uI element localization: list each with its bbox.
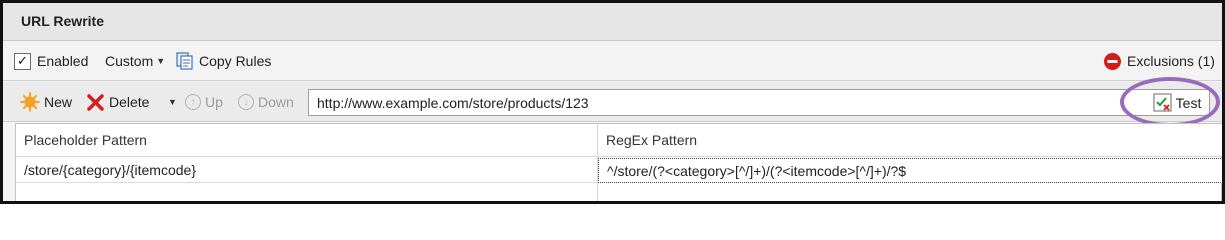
test-url-input[interactable] — [308, 89, 1210, 116]
exclusions-button[interactable]: Exclusions (1) — [1103, 41, 1215, 81]
new-icon — [20, 92, 40, 112]
chevron-down-icon: ▼ — [156, 56, 166, 66]
test-label: Test — [1175, 94, 1202, 111]
panel-title: URL Rewrite — [21, 13, 104, 29]
panel-header: URL Rewrite — [3, 3, 1222, 41]
column-header-placeholder[interactable]: Placeholder Pattern — [16, 124, 598, 157]
up-button[interactable]: ↑ Up — [185, 82, 223, 122]
up-arrow-icon: ↑ — [185, 94, 201, 110]
copy-rules-label: Copy Rules — [199, 53, 272, 69]
url-rewrite-panel: URL Rewrite ✓ Enabled Custom ▼ Copy Rule… — [0, 0, 1225, 204]
options-toolbar: ✓ Enabled Custom ▼ Copy Rules Exclusions… — [3, 41, 1222, 81]
copy-rules-icon — [175, 51, 195, 71]
copy-rules-button[interactable]: Copy Rules — [175, 41, 271, 81]
test-button[interactable]: Test — [1147, 90, 1207, 115]
down-label: Down — [258, 94, 294, 110]
custom-dropdown[interactable]: Custom ▼ — [105, 41, 165, 81]
test-icon — [1153, 93, 1172, 112]
exclusions-label: Exclusions (1) — [1127, 53, 1215, 69]
down-button[interactable]: ↓ Down — [238, 82, 294, 122]
check-icon: ✓ — [14, 52, 31, 70]
chevron-down-icon: ▼ — [168, 97, 177, 107]
delete-button[interactable]: Delete — [87, 82, 149, 122]
new-button[interactable]: New — [20, 82, 72, 122]
delete-label: Delete — [109, 94, 150, 110]
custom-label: Custom — [105, 53, 154, 69]
table-row-regex-cell[interactable]: ^/store/(?<category>[^/]+)/(?<itemcode>[… — [598, 158, 1222, 183]
new-label: New — [44, 94, 73, 110]
table-row-placeholder-cell[interactable]: /store/{category}/{itemcode} — [16, 157, 597, 183]
down-arrow-icon: ↓ — [238, 94, 254, 110]
enabled-checkbox[interactable]: ✓ Enabled — [14, 41, 88, 81]
column-header-regex[interactable]: RegEx Pattern — [598, 124, 1222, 157]
up-label: Up — [205, 94, 223, 110]
exclusion-icon — [1103, 52, 1122, 71]
delete-icon — [87, 93, 104, 111]
delete-options-dropdown[interactable]: ▼ — [165, 82, 177, 122]
rules-table: Placeholder Pattern RegEx Pattern /store… — [15, 123, 1222, 201]
enabled-label: Enabled — [37, 53, 89, 69]
